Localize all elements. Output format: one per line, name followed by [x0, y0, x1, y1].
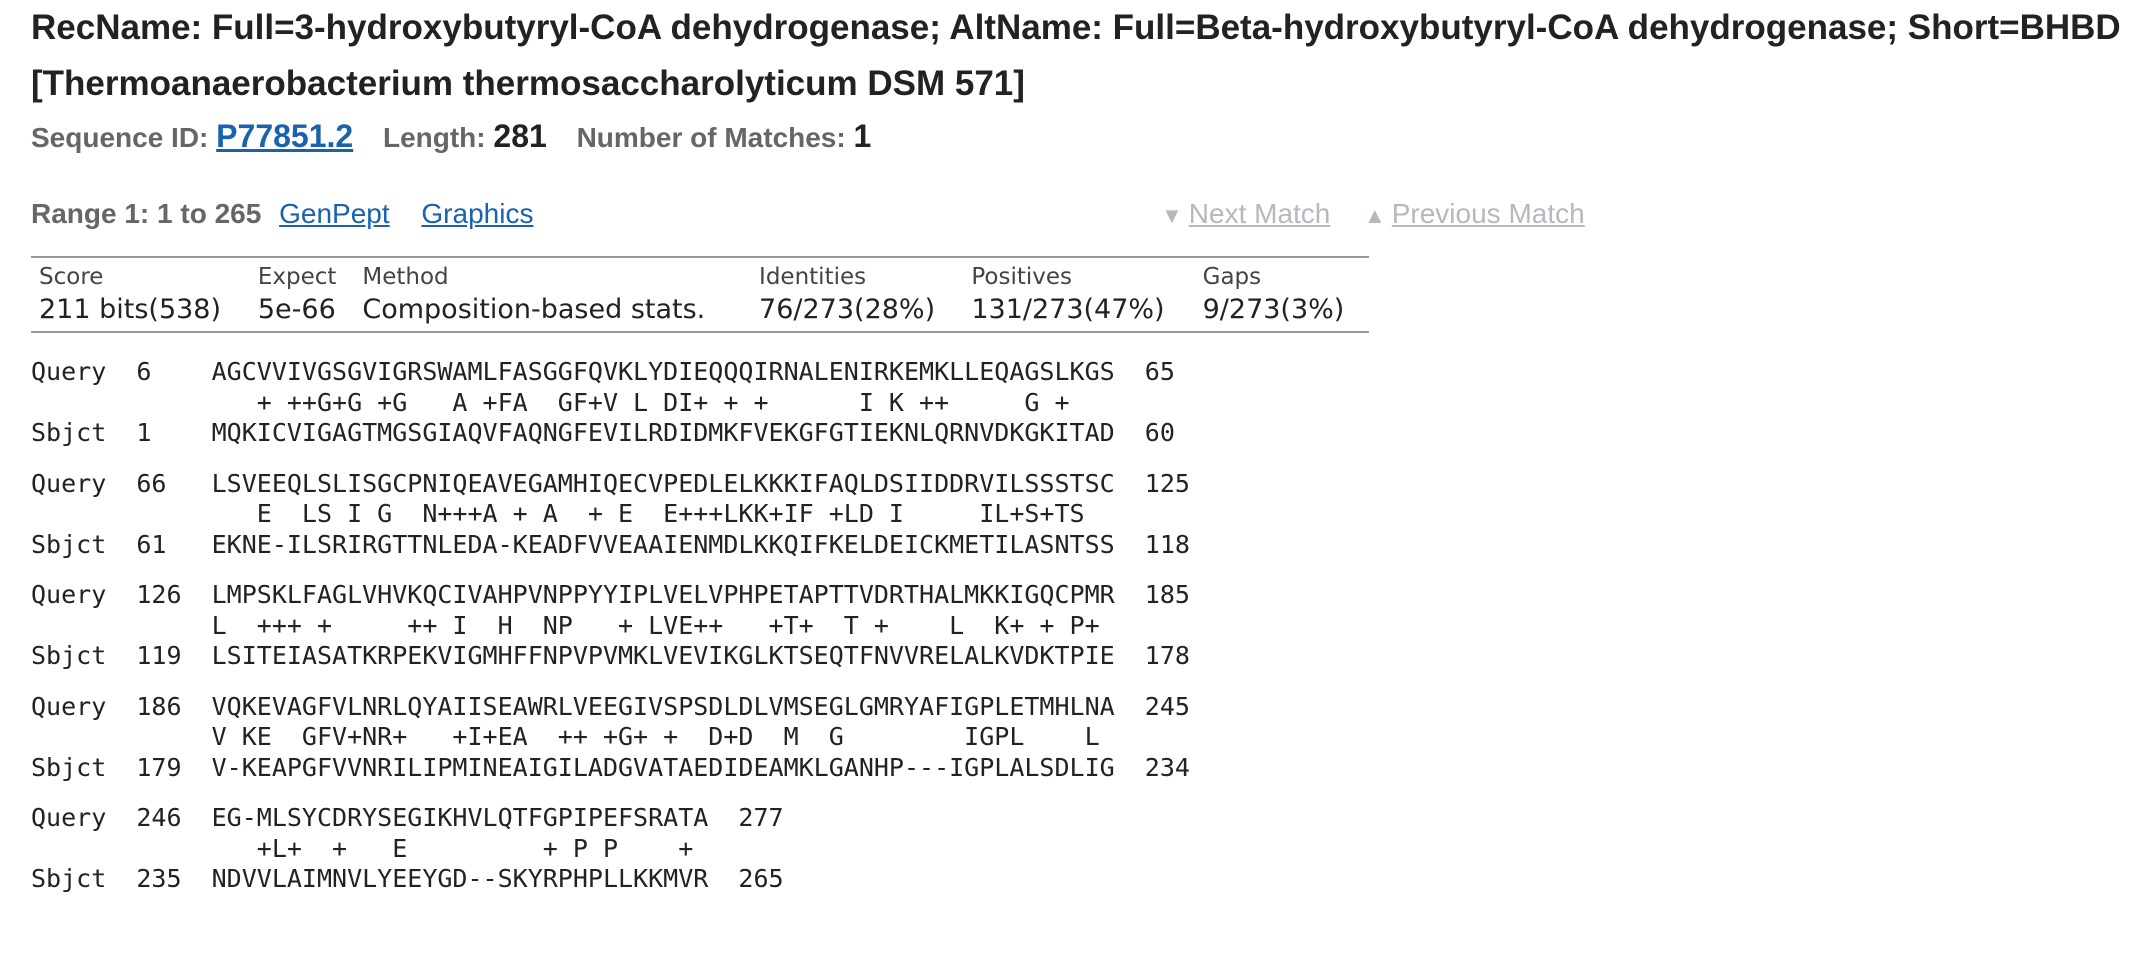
query-line: Query 246 EG-MLSYCDRYSEGIKHVLQTFGPIPEFSR… [31, 803, 784, 832]
subject-title-line2: [Thermoanaerobacterium thermosaccharolyt… [31, 64, 1025, 103]
sequence-id-link[interactable]: P77851.2 [216, 118, 353, 154]
gaps-value: 9/273(3%) [1202, 294, 1345, 325]
identities-value: 76/273(28%) [759, 294, 936, 325]
match-navigation: ▼ Next Match ▲ Previous Match [1161, 192, 1585, 238]
match-line: + ++G+G +G A +FA GF+V L DI+ + + I K ++ G… [31, 387, 1070, 417]
match-line: V KE GFV+NR+ +I+EA ++ +G+ + D+D M G IGPL… [31, 722, 1100, 751]
match-line: +L+ + E + P P + [31, 833, 694, 863]
method-value: Composition-based stats. [362, 294, 706, 325]
range-header: Range 1: 1 to 265 GenPept Graphics ▼ Next… [31, 192, 2131, 236]
length-value: 281 [493, 118, 547, 154]
stats-header-row: Score Expect Method Identities Positives… [31, 257, 1369, 290]
identities-header: Identities [759, 264, 867, 290]
subject-line: Sbjct 179 V-KEAPGFVVNRILIPMINEAIGILADGVA… [31, 752, 1190, 782]
alignment-block: Query 246 EG-MLSYCDRYSEGIKHVLQTFGPIPEFSR… [31, 803, 2131, 895]
match-line: L +++ + ++ I H NP + LVE++ +T+ T + L K+ +… [31, 610, 1100, 640]
score-value: 211 bits(538) [39, 294, 222, 325]
range-title: Range 1: 1 to 265 [31, 198, 262, 229]
next-match-link[interactable]: Next Match [1189, 198, 1331, 229]
sequence-meta: Sequence ID: P77851.2 Length: 281 Number… [31, 116, 2131, 156]
subject-line: Sbjct 235 NDVVLAIMNVLYEEYGD--SKYRPHPLLKK… [31, 864, 784, 893]
query-line: Query 126 LMPSKLFAGLVHVKQCIVAHPVNPPYYIPL… [31, 580, 1190, 609]
graphics-link[interactable]: Graphics [421, 198, 533, 229]
subject-line: Sbjct 61 EKNE-ILSRIRGTTNLEDA-KEADFVVEAAI… [31, 529, 1190, 559]
triangle-up-icon: ▲ [1363, 203, 1386, 228]
alignment-block: Query 126 LMPSKLFAGLVHVKQCIVAHPVNPPYYIPL… [31, 580, 2131, 672]
triangle-down-icon: ▼ [1161, 203, 1183, 228]
matches-value: 1 [853, 118, 872, 154]
method-header: Method [362, 264, 449, 290]
query-line: Query 186 VQKEVAGFVLNRLQYAIISEAWRLVEEGIV… [31, 691, 1190, 721]
previous-match-link[interactable]: Previous Match [1392, 198, 1585, 229]
score-header: Score [39, 264, 104, 290]
subject-line: Sbjct 119 LSITEIASATKRPEKVIGMHFFNPVPVMKL… [31, 641, 1190, 670]
gaps-header: Gaps [1202, 264, 1262, 290]
length-label: Length: [382, 122, 486, 153]
genpept-link[interactable]: GenPept [279, 198, 390, 229]
alignment-block: Query 6 AGCVVIVGSGVIGRSWAMLFASGGFQVKLYDI… [31, 357, 2131, 449]
sequence-id-label: Sequence ID: [31, 122, 209, 153]
query-line: Query 6 AGCVVIVGSGVIGRSWAMLFASGGFQVKLYDI… [31, 357, 1175, 386]
positives-header: Positives [971, 264, 1072, 290]
sequence-alignment: Query 6 AGCVVIVGSGVIGRSWAMLFASGGFQVKLYDI… [31, 357, 2131, 895]
subject-title-line1: RecName: Full=3-hydroxybutyryl-CoA dehyd… [31, 8, 2121, 47]
subject-line: Sbjct 1 MQKICVIGAGTMGSGIAQVFAQNGFEVILRDI… [31, 418, 1175, 447]
matches-label: Number of Matches: [576, 122, 846, 153]
alignment-stats-table: Score Expect Method Identities Positives… [31, 256, 1369, 333]
expect-value: 5e-66 [257, 294, 336, 325]
alignment-report: RecName: Full=3-hydroxybutyryl-CoA dehyd… [31, 0, 2131, 915]
query-line: Query 66 LSVEEQLSLISGCPNIQEAVEGAMHIQECVP… [31, 468, 1190, 498]
alignment-block: Query 66 LSVEEQLSLISGCPNIQEAVEGAMHIQECVP… [31, 469, 2131, 561]
alignment-block: Query 186 VQKEVAGFVLNRLQYAIISEAWRLVEEGIV… [31, 692, 2131, 784]
match-line: E LS I G N+++A + A + E E+++LKK+IF +LD I … [31, 499, 1085, 528]
stats-value-row: 211 bits(538) 5e-66 Composition-based st… [31, 290, 1369, 332]
positives-value: 131/273(47%) [971, 294, 1165, 325]
expect-header: Expect [257, 264, 337, 290]
